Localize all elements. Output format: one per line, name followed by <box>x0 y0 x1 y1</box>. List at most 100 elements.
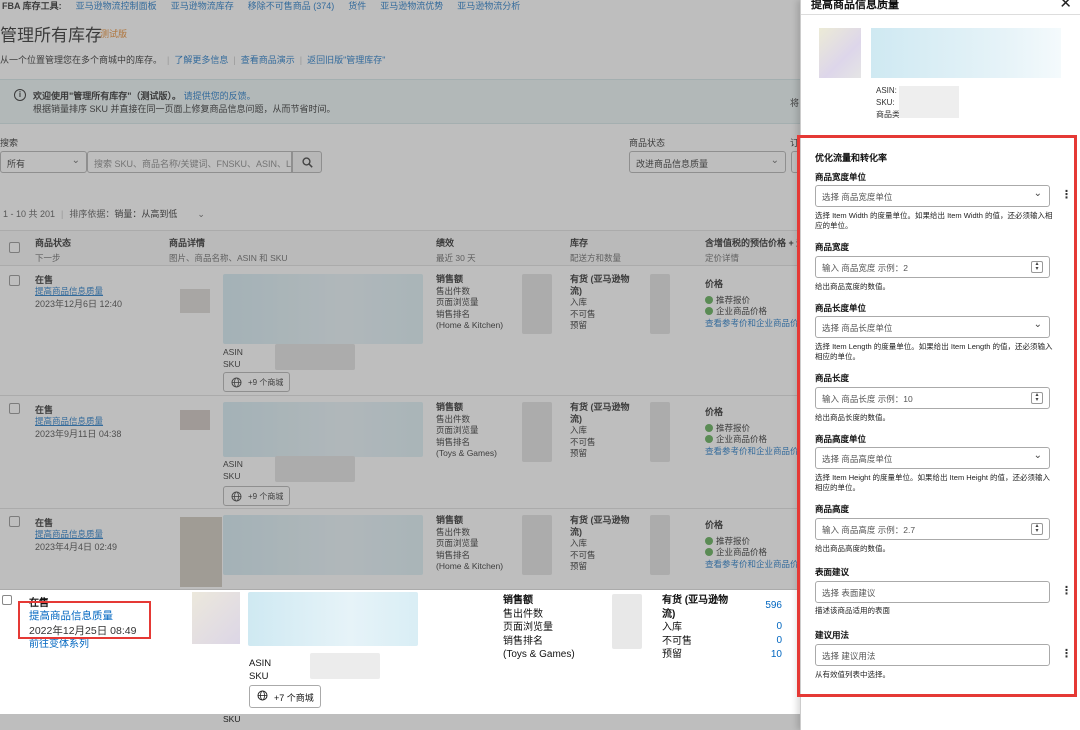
row-checkbox[interactable] <box>9 516 20 527</box>
check-icon <box>705 536 713 545</box>
improve-listing-link[interactable]: 提高商品信息质量 <box>29 608 113 623</box>
product-image <box>819 28 861 78</box>
marketplaces-button[interactable]: +7 个商城 <box>249 685 321 708</box>
old-version-link[interactable]: 返回旧版"管理库存" <box>307 55 385 65</box>
variation-family-link[interactable]: 前往变体系列 <box>29 635 89 650</box>
search-button[interactable] <box>292 151 322 173</box>
highlighted-table-row: 在售 提高商品信息质量 2022年12月25日 08:49 前往变体系列 ASI… <box>0 590 810 714</box>
col-performance[interactable]: 绩效 最近 30 天 <box>436 236 476 264</box>
stepper-icon[interactable]: ▴ ▾ <box>1031 523 1043 535</box>
check-icon <box>705 307 713 315</box>
col-inventory[interactable]: 库存 配送方和数量 <box>570 236 621 264</box>
globe-icon <box>231 377 242 388</box>
info-icon: i <box>14 89 26 101</box>
length-unit-label: 商品长度单位 <box>815 303 867 313</box>
row-checkbox[interactable] <box>9 275 20 286</box>
id-labels: ASIN SKU <box>249 658 272 682</box>
width-label: 商品宽度 <box>815 242 850 252</box>
nav-link-benefits[interactable]: 亚马逊物流优势 <box>380 0 443 12</box>
learn-more-link[interactable]: 了解更多信息 <box>174 55 228 65</box>
inventory-inbound-value[interactable]: 0 <box>776 621 782 632</box>
product-demo-link[interactable]: 查看商品演示 <box>241 55 295 65</box>
sort-select[interactable]: 销量：从高到低 <box>114 209 177 219</box>
surface-help: 描述该商品适用的表面 <box>815 606 890 615</box>
usage-help: 从有效值列表中选择。 <box>815 670 890 679</box>
usage-input[interactable]: 选择 建议用法 <box>815 644 1050 666</box>
nav-link-dashboard[interactable]: 亚马逊物流控制面板 <box>76 0 157 12</box>
height-input[interactable]: 输入 商品高度 示例：2.7 ▴ ▾ <box>815 518 1050 540</box>
id-values-redacted <box>275 344 355 370</box>
globe-icon <box>231 491 242 502</box>
feedback-link[interactable]: 请提供您的反馈。 <box>184 91 256 101</box>
col-status[interactable]: 商品状态 下一步 <box>35 236 71 264</box>
extra-filter-label: 订 <box>790 138 800 148</box>
globe-icon <box>257 690 268 701</box>
height-unit-label: 商品高度单位 <box>815 434 867 444</box>
more-options-icon[interactable]: ⋮ <box>1061 188 1072 201</box>
search-input[interactable]: 搜索 SKU、商品名称/关键词、FNSKU、ASIN、L <box>87 151 292 173</box>
select-all-checkbox[interactable] <box>9 242 20 253</box>
id-labels: ASIN SKU <box>223 347 243 369</box>
improve-listing-link[interactable]: 提高商品信息质量 <box>35 415 103 427</box>
performance-cell: 销售额 售出件数 页面浏览量 销售排名 (Toys & Games) <box>436 402 497 458</box>
row-checkbox[interactable] <box>2 595 12 605</box>
width-unit-help: 选择 Item Width 的度量单位。如果给出 Item Width 的值，还… <box>815 211 1053 230</box>
table-header: 商品状态 下一步 商品详情 图片、商品名称、ASIN 和 SKU 绩效 最近 30 天… <box>0 230 810 266</box>
improve-listing-link[interactable]: 提高商品信息质量 <box>35 285 103 297</box>
nav-link-analytics[interactable]: 亚马逊物流分析 <box>457 0 520 12</box>
product-title-redacted <box>248 592 418 646</box>
reference-price-link[interactable]: 查看参考价和企业商品价 <box>705 559 799 571</box>
status-filter-select[interactable]: 改进商品信息质量 ⌄ <box>629 151 786 173</box>
height-unit-select[interactable]: 选择 商品高度单位 ⌄ <box>815 447 1050 469</box>
col-price[interactable]: 含增值税的预估价格 + 运定价详情 <box>705 236 805 264</box>
nav-link-shipments[interactable]: 货件 <box>348 0 366 12</box>
length-input[interactable]: 输入 商品长度 示例：10 ▴ ▾ <box>815 387 1050 409</box>
check-icon <box>705 435 713 443</box>
performance-cell: 销售额 售出件数 页面浏览量 销售排名 (Toys & Games) <box>503 595 575 660</box>
inventory-reserved-value[interactable]: 10 <box>771 649 782 660</box>
nav-link-inventory[interactable]: 亚马逊物流库存 <box>171 0 234 12</box>
improve-listing-link[interactable]: 提高商品信息质量 <box>35 528 103 540</box>
surface-input[interactable]: 选择 表面建议 <box>815 581 1050 603</box>
inventory-unfulfillable-value[interactable]: 0 <box>776 635 782 646</box>
perf-values-redacted <box>522 515 552 575</box>
beta-badge: 测试版 <box>100 29 128 39</box>
more-options-icon[interactable]: ⋮ <box>1061 584 1072 597</box>
row-checkbox[interactable] <box>9 403 20 414</box>
inventory-available-value[interactable]: 596 <box>765 600 782 611</box>
nav-link-removal[interactable]: 移除不可售商品 (374) <box>248 0 335 12</box>
width-input[interactable]: 输入 商品宽度 示例：2 ▴ ▾ <box>815 256 1050 278</box>
status-filter-label: 商品状态 <box>629 138 666 148</box>
modal-overlay-bottom: SKU <box>0 714 810 730</box>
search-label: 搜索 <box>0 138 19 148</box>
id-values-redacted <box>310 653 380 679</box>
welcome-banner: i 欢迎使用"管理所有库存"（测试版）。 请提供您的反馈。 根据销量排序 SKU… <box>0 79 810 124</box>
usage-label: 建议用法 <box>815 630 850 640</box>
reference-price-link[interactable]: 查看参考价和企业商品价 <box>705 446 799 458</box>
length-unit-help: 选择 Item Length 的度量单位。如果给出 Item Length 的值… <box>815 342 1053 361</box>
check-icon <box>705 548 713 556</box>
surface-label: 表面建议 <box>815 567 850 577</box>
price-cell: 价格 推荐报价 企业商品价格 查看参考价和企业商品价 <box>705 279 799 330</box>
product-title-redacted <box>223 402 423 457</box>
width-help: 给出商品宽度的数值。 <box>815 282 890 291</box>
check-icon <box>705 423 713 432</box>
reference-price-link[interactable]: 查看参考价和企业商品价 <box>705 318 799 330</box>
height-help: 给出商品高度的数值。 <box>815 544 890 553</box>
col-details[interactable]: 商品详情 图片、商品名称、ASIN 和 SKU <box>169 236 288 264</box>
close-icon[interactable]: ✕ <box>1059 0 1072 12</box>
price-cell: 价格 推荐报价 企业商品价格 查看参考价和企业商品价 <box>705 407 799 458</box>
panel-divider <box>801 14 1080 15</box>
width-unit-select[interactable]: 选择 商品宽度单位 ⌄ <box>815 185 1050 207</box>
product-ids-redacted <box>899 86 959 118</box>
stepper-icon[interactable]: ▴ ▾ <box>1031 261 1043 273</box>
marketplaces-button[interactable]: +9 个商城 <box>223 486 291 506</box>
stepper-icon[interactable]: ▴ ▾ <box>1031 392 1043 404</box>
length-label: 商品长度 <box>815 373 850 383</box>
length-unit-select[interactable]: 选择 商品长度单位 ⌄ <box>815 316 1050 338</box>
marketplaces-button[interactable]: +9 个商城 <box>223 372 291 392</box>
search-scope-select[interactable]: 所有 ⌄ <box>0 151 87 173</box>
table-row: 在售 提高商品信息质量 2023年9月11日 04:38 ASIN SKU +9 … <box>0 396 810 509</box>
more-options-icon[interactable]: ⋮ <box>1061 647 1072 660</box>
top-nav: FBA 库存工具: 亚马逊物流控制面板 亚马逊物流库存 移除不可售商品 (374… <box>0 0 810 12</box>
